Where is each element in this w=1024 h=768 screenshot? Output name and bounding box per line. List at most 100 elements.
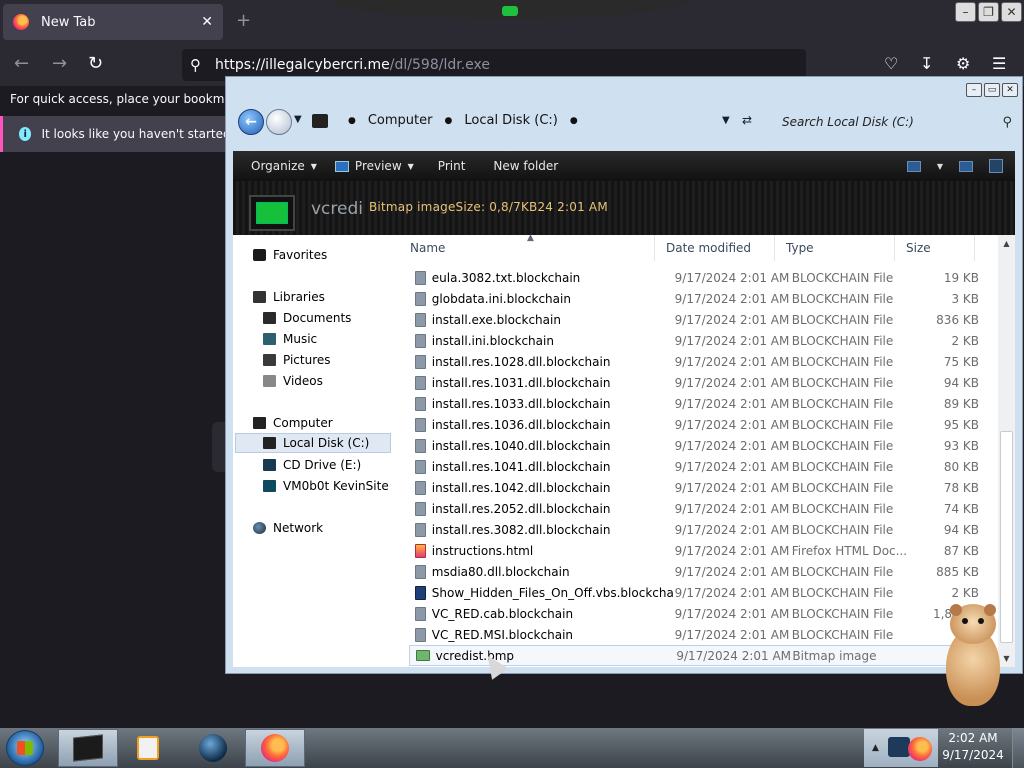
- file-row[interactable]: install.res.1028.dll.blockchain 9/17/2024…: [409, 351, 979, 372]
- system-clock[interactable]: 2:02 AM 9/17/2024: [938, 730, 1008, 766]
- taskbar-media-player[interactable]: [118, 729, 178, 767]
- file-size: 3 KB: [951, 291, 979, 306]
- hamster-eye: [978, 618, 984, 624]
- file-date: 9/17/2024 2:01 AM: [674, 333, 790, 348]
- firefox-icon: [261, 734, 289, 762]
- file-row[interactable]: install.ini.blockchain 9/17/2024 2:01 AM B…: [409, 330, 979, 351]
- address-row: ← ▼ ● Computer ● Local Disk (C:) ● ▼ ⇄ S…: [236, 107, 1016, 139]
- menu-icon[interactable]: ☰: [992, 54, 1006, 73]
- forward-button[interactable]: [266, 109, 292, 135]
- organize-button[interactable]: Organize ▼: [251, 159, 317, 173]
- nav-documents[interactable]: Documents: [263, 308, 351, 328]
- file-row[interactable]: globdata.ini.blockchain 9/17/2024 2:01 AM…: [409, 288, 979, 309]
- file-row[interactable]: install.exe.blockchain 9/17/2024 2:01 AM B…: [409, 309, 979, 330]
- nav-label: Network: [273, 521, 324, 535]
- nav-local-disk[interactable]: Local Disk (C:): [235, 433, 391, 453]
- column-header-date[interactable]: Date modified: [655, 235, 775, 261]
- nav-music[interactable]: Music: [263, 329, 317, 349]
- tray-firefox-icon[interactable]: [908, 737, 932, 761]
- nav-computer[interactable]: Computer: [253, 413, 333, 433]
- nav-label: Pictures: [283, 353, 331, 367]
- file-date: 9/17/2024 2:01 AM: [674, 543, 790, 558]
- back-icon[interactable]: ←: [14, 53, 29, 74]
- file-type: BLOCKCHAIN File: [791, 585, 894, 600]
- back-button[interactable]: ←: [238, 109, 264, 135]
- url-text[interactable]: https://illegalcybercri.me/dl/598/ldr.ex…: [215, 57, 490, 73]
- file-size: 19 KB: [943, 270, 979, 285]
- breadcrumb-separator-icon[interactable]: ●: [570, 116, 578, 126]
- preview-button[interactable]: Preview ▼: [334, 159, 414, 173]
- address-dropdown-icon[interactable]: ▼: [722, 115, 730, 126]
- file-row[interactable]: install.res.1031.dll.blockchain 9/17/2024…: [409, 372, 979, 393]
- show-hidden-icons-icon[interactable]: ▲: [872, 743, 879, 753]
- forward-icon[interactable]: →: [52, 53, 67, 74]
- chevron-down-icon[interactable]: ▼: [937, 162, 943, 171]
- close-window-button[interactable]: ✕: [1001, 2, 1022, 22]
- file-row[interactable]: VC_RED.MSI.blockchain 9/17/2024 2:01 AM BL…: [409, 624, 979, 645]
- restore-button[interactable]: ❐: [978, 2, 999, 22]
- taskbar-globe[interactable]: [183, 729, 243, 767]
- file-row[interactable]: install.res.2052.dll.blockchain 9/17/2024…: [409, 498, 979, 519]
- help-icon[interactable]: [989, 159, 1003, 173]
- print-button[interactable]: Print: [438, 159, 466, 173]
- file-icon: [415, 501, 426, 516]
- new-folder-button[interactable]: New folder: [493, 159, 558, 173]
- extensions-icon[interactable]: ⚙: [956, 54, 970, 73]
- nav-cd-drive[interactable]: CD Drive (E:): [263, 455, 361, 475]
- file-row[interactable]: install.res.1036.dll.blockchain 9/17/2024…: [409, 414, 979, 435]
- explorer-close-button[interactable]: ✕: [1002, 83, 1018, 97]
- preview-pane-icon[interactable]: [959, 160, 973, 172]
- vertical-scrollbar[interactable]: ▲ ▼: [998, 235, 1015, 667]
- nav-network-share[interactable]: VM0b0t KevinSite: [263, 476, 389, 496]
- new-tab-icon[interactable]: +: [236, 10, 251, 31]
- nav-pictures[interactable]: Pictures: [263, 350, 331, 370]
- download-icon[interactable]: ↧: [920, 54, 933, 73]
- file-size: 93 KB: [943, 438, 979, 453]
- file-row[interactable]: eula.3082.txt.blockchain 9/17/2024 2:01 A…: [409, 267, 979, 288]
- breadcrumb-local-disk[interactable]: Local Disk (C:): [464, 113, 557, 128]
- file-row[interactable]: VC_RED.cab.blockchain 9/17/2024 2:01 AM BL…: [409, 603, 979, 624]
- file-type: BLOCKCHAIN File: [791, 417, 894, 432]
- reload-icon[interactable]: ↻: [88, 53, 103, 74]
- minimize-button[interactable]: –: [955, 2, 976, 22]
- nav-network[interactable]: Network: [253, 518, 323, 538]
- search-input[interactable]: Search Local Disk (C:) ⚲: [776, 109, 1016, 135]
- explorer-maximize-button[interactable]: ▭: [984, 83, 1000, 97]
- taskbar-explorer[interactable]: [58, 729, 118, 767]
- file-type: BLOCKCHAIN File: [791, 396, 894, 411]
- search-icon[interactable]: ⚲: [1002, 115, 1012, 130]
- refresh-icon[interactable]: ⇄: [742, 113, 752, 127]
- file-row[interactable]: install.res.1040.dll.blockchain 9/17/2024…: [409, 435, 979, 456]
- scroll-up-icon[interactable]: ▲: [998, 235, 1015, 252]
- pocket-icon[interactable]: ♡: [884, 54, 898, 73]
- explorer-minimize-button[interactable]: –: [966, 83, 982, 97]
- breadcrumb-computer[interactable]: Computer: [368, 113, 433, 128]
- nav-libraries[interactable]: Libraries: [253, 287, 325, 307]
- breadcrumb-separator-icon[interactable]: ●: [445, 116, 453, 126]
- file-row[interactable]: install.res.1033.dll.blockchain 9/17/2024…: [409, 393, 979, 414]
- tab-new-tab[interactable]: New Tab ✕: [3, 4, 223, 40]
- file-row[interactable]: install.res.1042.dll.blockchain 9/17/2024…: [409, 477, 979, 498]
- show-desktop-button[interactable]: [1012, 728, 1024, 768]
- nav-videos[interactable]: Videos: [263, 371, 323, 391]
- file-row[interactable]: Show_Hidden_Files_On_Off.vbs.blockchain 9…: [409, 582, 979, 603]
- info-message: It looks like you haven't started Fir: [41, 127, 226, 141]
- change-view-icon[interactable]: [906, 160, 921, 172]
- file-row[interactable]: instructions.html 9/17/2024 2:01 AM Firefo…: [409, 540, 979, 561]
- file-row[interactable]: msdia80.dll.blockchain 9/17/2024 2:01 AM B…: [409, 561, 979, 582]
- file-date: 9/17/2024 2:01 AM: [674, 627, 790, 642]
- tray-monitor-icon[interactable]: [888, 737, 910, 757]
- taskbar-firefox[interactable]: [245, 729, 305, 767]
- file-row[interactable]: install.res.3082.dll.blockchain 9/17/2024…: [409, 519, 979, 540]
- file-row[interactable]: install.res.1041.dll.blockchain 9/17/2024…: [409, 456, 979, 477]
- history-dropdown-icon[interactable]: ▼: [294, 114, 302, 125]
- start-button[interactable]: [6, 730, 44, 766]
- close-tab-icon[interactable]: ✕: [201, 14, 213, 30]
- column-header-size[interactable]: Size: [895, 235, 975, 261]
- nav-favorites[interactable]: Favorites: [253, 245, 327, 265]
- breadcrumb-separator-icon[interactable]: ●: [348, 116, 356, 126]
- column-header-name[interactable]: Name: [399, 235, 655, 261]
- pictures-icon: [263, 354, 276, 366]
- file-type: Firefox HTML Doc...: [791, 543, 908, 558]
- column-header-type[interactable]: Type: [775, 235, 895, 261]
